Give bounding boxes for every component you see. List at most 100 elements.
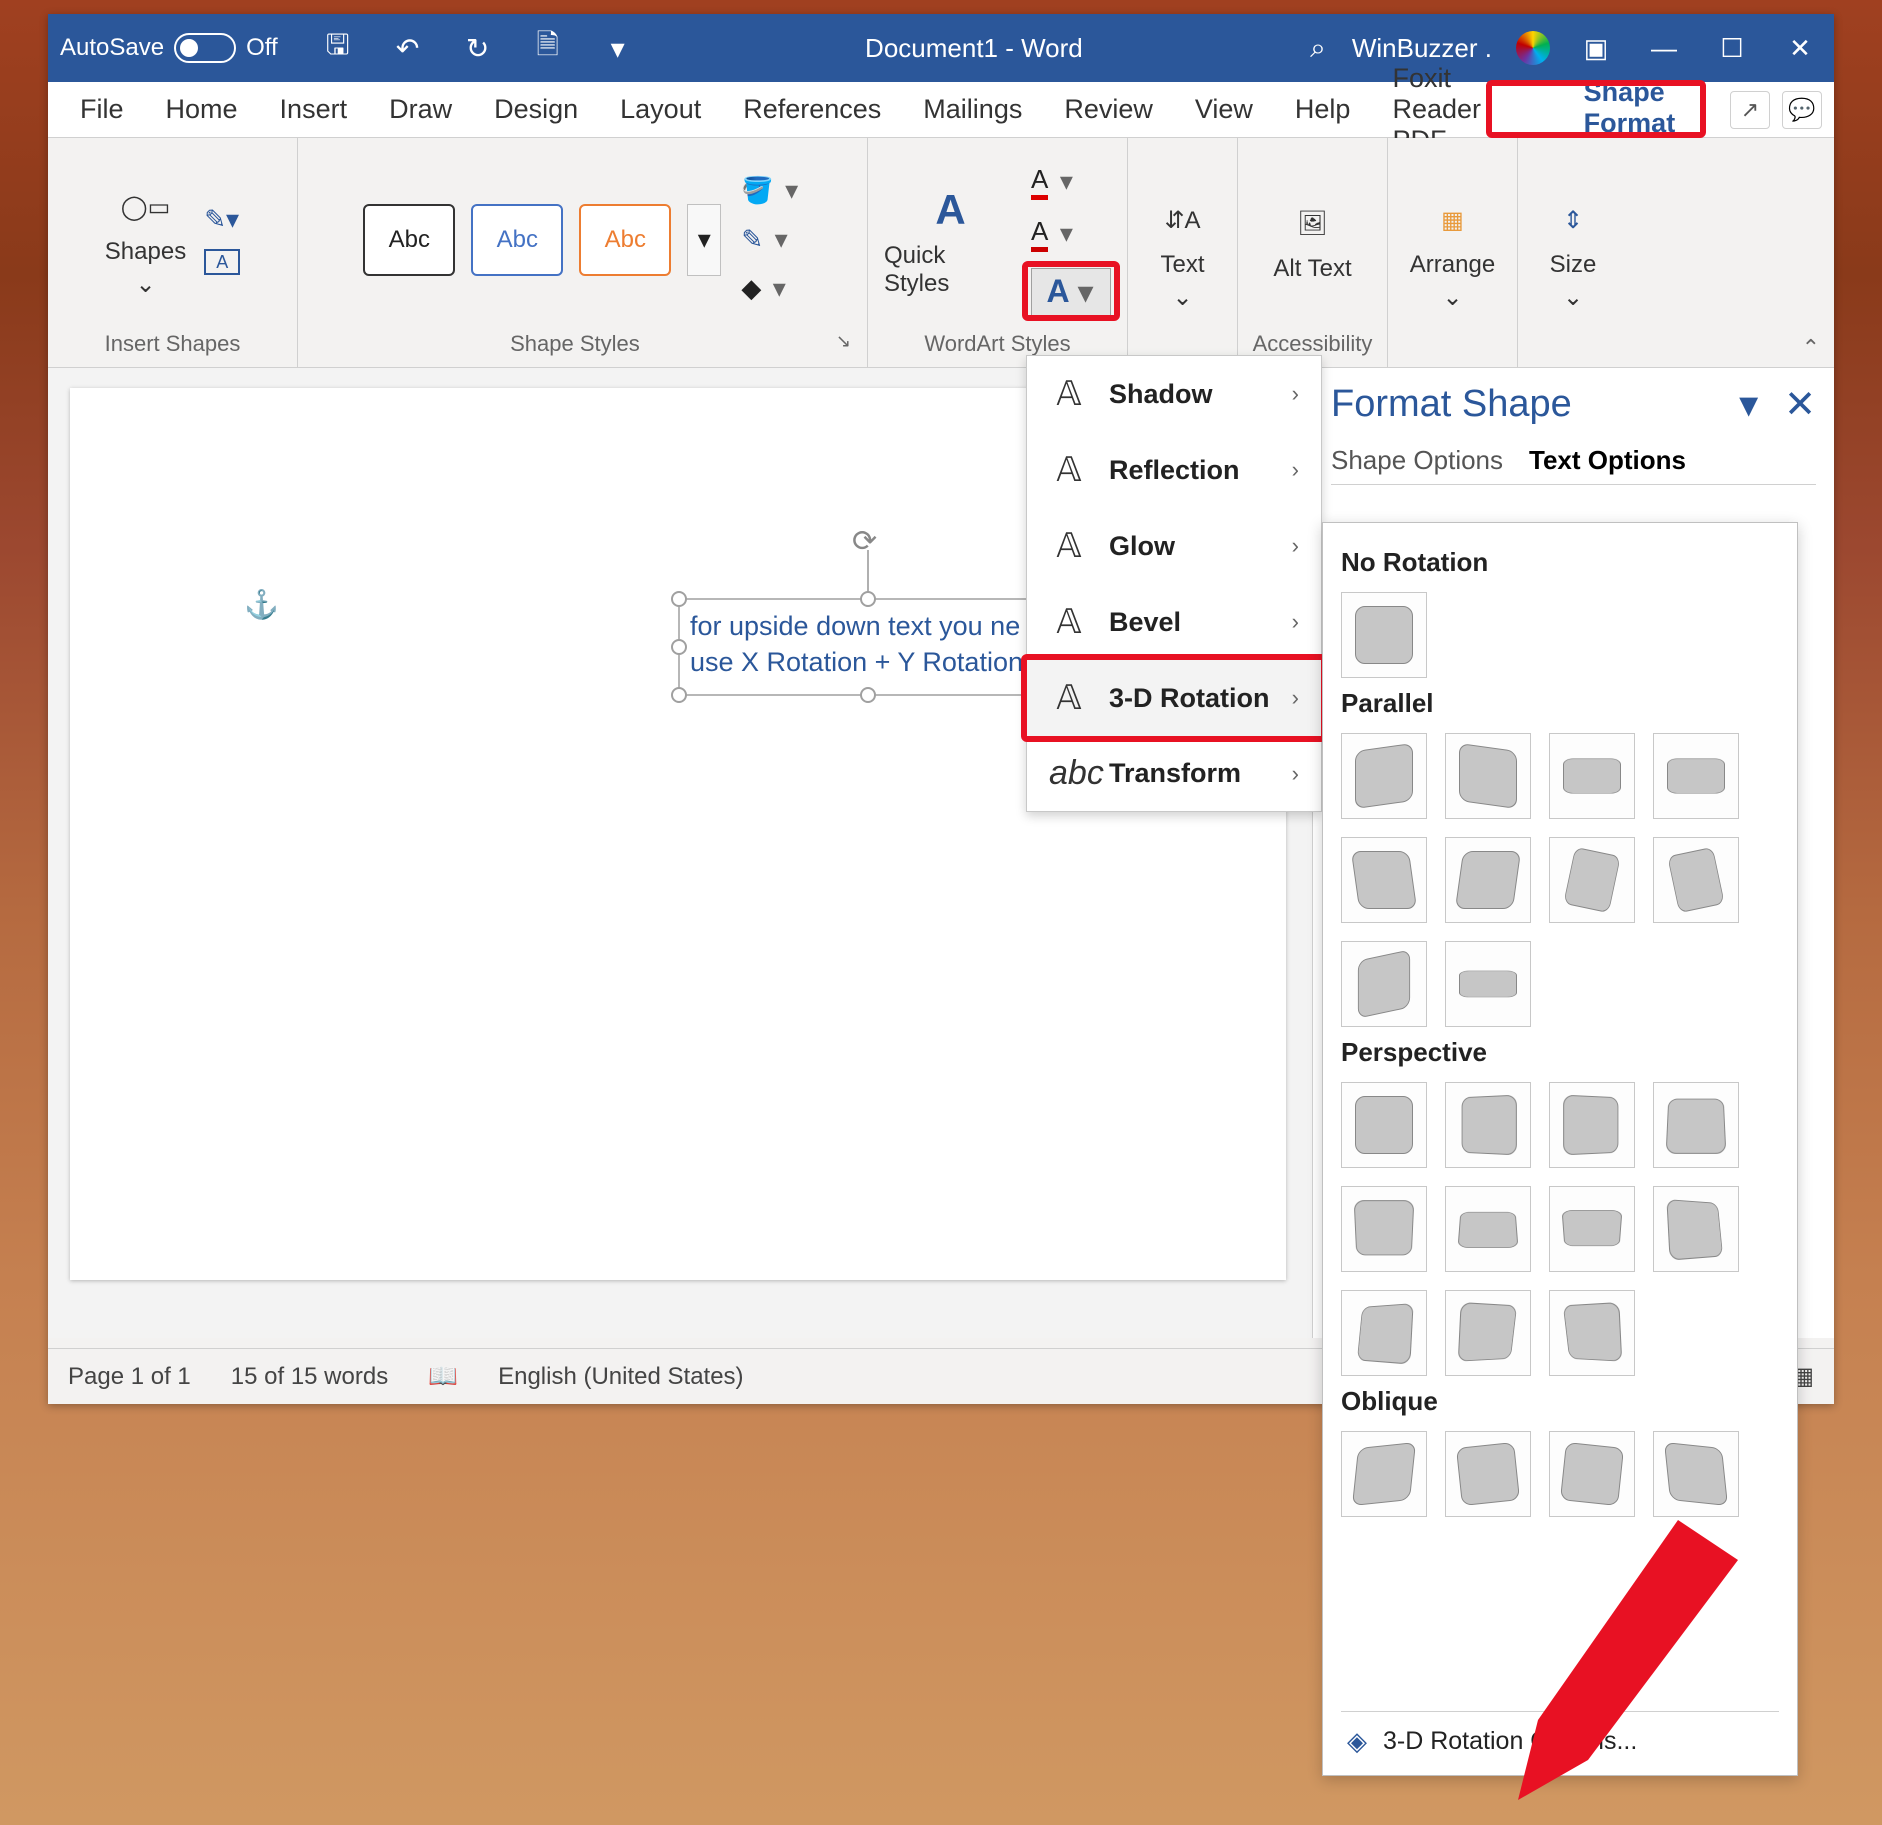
shape-effects-button[interactable]: ◆▾ xyxy=(741,273,801,304)
pane-tab-text-options[interactable]: Text Options xyxy=(1529,445,1686,476)
rotation-preset-oblique[interactable] xyxy=(1653,1431,1739,1517)
resize-handle[interactable] xyxy=(671,687,687,703)
selected-text-box[interactable]: for upside down text you ne use X Rotati… xyxy=(678,598,1058,696)
rotation-preset-parallel[interactable] xyxy=(1445,837,1531,923)
rotation-preset-perspective[interactable] xyxy=(1445,1082,1531,1168)
shape-style-sample-1[interactable]: Abc xyxy=(363,204,455,276)
quick-styles-button[interactable]: A Quick Styles xyxy=(884,182,1017,298)
rotation-preset-perspective[interactable] xyxy=(1445,1290,1531,1376)
collapse-ribbon-icon[interactable]: ⌃ xyxy=(1802,335,1820,361)
text-box-icon[interactable]: A xyxy=(204,249,240,275)
menu-3d-rotation[interactable]: 𝔸 3-D Rotation › xyxy=(1027,660,1321,736)
tab-view[interactable]: View xyxy=(1175,84,1273,135)
shape-styles-group-label: Shape Styles xyxy=(314,331,836,357)
autosave-switch-off-icon[interactable] xyxy=(174,33,236,63)
rotation-preset-oblique[interactable] xyxy=(1445,1431,1531,1517)
rotation-preset-perspective[interactable] xyxy=(1341,1082,1427,1168)
rotation-preset-parallel[interactable] xyxy=(1549,733,1635,819)
rotation-preset-parallel[interactable] xyxy=(1445,941,1531,1027)
resize-handle[interactable] xyxy=(860,591,876,607)
tab-layout[interactable]: Layout xyxy=(600,84,721,135)
resize-handle[interactable] xyxy=(671,639,687,655)
pane-tab-shape-options[interactable]: Shape Options xyxy=(1331,445,1503,476)
shape-style-gallery-more-icon[interactable]: ▾ xyxy=(687,204,721,276)
tab-design[interactable]: Design xyxy=(474,84,598,135)
resize-handle[interactable] xyxy=(671,591,687,607)
menu-glow[interactable]: 𝔸 Glow › xyxy=(1027,508,1321,584)
rotation-preset-parallel[interactable] xyxy=(1549,837,1635,923)
resize-handle[interactable] xyxy=(860,687,876,703)
shape-outline-button[interactable]: ✎▾ xyxy=(741,224,801,255)
status-word-count[interactable]: 15 of 15 words xyxy=(231,1363,388,1391)
text-effects-button[interactable]: A▾ xyxy=(1031,268,1111,316)
tab-home[interactable]: Home xyxy=(146,84,258,135)
tab-insert[interactable]: Insert xyxy=(260,84,368,135)
shape-styles-dialog-launcher-icon[interactable]: ↘ xyxy=(836,331,851,357)
undo-icon[interactable]: ↶ xyxy=(388,28,428,68)
rotation-preset-none[interactable] xyxy=(1341,592,1427,678)
shapes-gallery-button[interactable]: ◯▭ Shapes ⌄ xyxy=(105,180,186,299)
rotation-preset-parallel[interactable] xyxy=(1445,733,1531,819)
pane-close-icon[interactable]: ✕ xyxy=(1784,382,1816,427)
menu-bevel[interactable]: 𝔸 Bevel › xyxy=(1027,584,1321,660)
rotation-preset-perspective[interactable] xyxy=(1549,1290,1635,1376)
minimize-icon[interactable]: — xyxy=(1642,26,1686,70)
edit-shape-icon[interactable]: ✎▾ xyxy=(204,204,240,235)
rotation-preset-perspective[interactable] xyxy=(1445,1186,1531,1272)
menu-shadow[interactable]: 𝔸 Shadow › xyxy=(1027,356,1321,432)
tab-help[interactable]: Help xyxy=(1275,84,1371,135)
rotation-preset-perspective[interactable] xyxy=(1653,1186,1739,1272)
maximize-icon[interactable]: ☐ xyxy=(1710,26,1754,70)
menu-bevel-label: Bevel xyxy=(1109,607,1181,638)
spellcheck-icon[interactable]: 📖 xyxy=(428,1362,458,1391)
shape-style-sample-3[interactable]: Abc xyxy=(579,204,671,276)
redo-icon[interactable]: ↻ xyxy=(458,28,498,68)
rotation-preset-perspective[interactable] xyxy=(1549,1186,1635,1272)
rotation-preset-perspective[interactable] xyxy=(1549,1082,1635,1168)
rotation-preset-perspective[interactable] xyxy=(1653,1082,1739,1168)
rotation-preset-oblique[interactable] xyxy=(1549,1431,1635,1517)
rotation-preset-parallel[interactable] xyxy=(1341,837,1427,923)
text-outline-button[interactable]: A▾ xyxy=(1031,216,1111,252)
tab-draw[interactable]: Draw xyxy=(369,84,472,135)
rotation-preset-parallel[interactable] xyxy=(1341,941,1427,1027)
rotate-handle-icon[interactable]: ⟳ xyxy=(852,522,877,563)
ribbon-display-options-icon[interactable]: ▣ xyxy=(1574,26,1618,70)
tab-review[interactable]: Review xyxy=(1044,84,1173,135)
chevron-down-icon: ⌄ xyxy=(135,270,155,299)
alt-text-button[interactable]: 🖼Alt Text xyxy=(1273,197,1351,283)
rotation-preset-perspective[interactable] xyxy=(1341,1186,1427,1272)
pane-dropdown-icon[interactable]: ▾ xyxy=(1739,382,1758,427)
shape-fill-button[interactable]: 🪣▾ xyxy=(741,175,801,206)
text-direction-button[interactable]: ⇵AText⌄ xyxy=(1156,193,1210,312)
qat-more-icon[interactable]: ▾ xyxy=(598,28,638,68)
text-fill-button[interactable]: A▾ xyxy=(1031,164,1111,200)
shape-style-gallery[interactable]: Abc Abc Abc ▾ xyxy=(363,204,721,276)
save-icon[interactable]: 🖫 xyxy=(318,28,358,68)
rotation-preset-oblique[interactable] xyxy=(1341,1431,1427,1517)
section-oblique: Oblique xyxy=(1341,1386,1779,1417)
rotation-options-link[interactable]: ◈ 3-D Rotation Options... xyxy=(1341,1711,1779,1775)
autosave-toggle[interactable]: AutoSave Off xyxy=(60,33,278,63)
menu-reflection[interactable]: 𝔸 Reflection › xyxy=(1027,432,1321,508)
shape-style-sample-2[interactable]: Abc xyxy=(471,204,563,276)
status-language[interactable]: English (United States) xyxy=(498,1363,743,1391)
rotation-preset-parallel[interactable] xyxy=(1653,733,1739,819)
search-icon[interactable]: ⌕ xyxy=(1310,32,1326,65)
submenu-arrow-icon: › xyxy=(1292,761,1299,787)
text-effects-menu: 𝔸 Shadow › 𝔸 Reflection › 𝔸 Glow › 𝔸 Bev… xyxy=(1026,355,1322,812)
rotation-preset-parallel[interactable] xyxy=(1341,733,1427,819)
comments-icon[interactable]: 💬 xyxy=(1782,91,1822,129)
share-icon[interactable]: ↗ xyxy=(1730,91,1770,129)
ribbon-body: ◯▭ Shapes ⌄ ✎▾ A Insert Shapes Abc Abc A… xyxy=(48,138,1834,368)
close-icon[interactable]: ✕ xyxy=(1778,26,1822,70)
status-page[interactable]: Page 1 of 1 xyxy=(68,1363,191,1391)
tab-mailings[interactable]: Mailings xyxy=(903,84,1042,135)
tab-file[interactable]: File xyxy=(60,84,144,135)
new-doc-icon[interactable]: 🗎 xyxy=(528,28,568,68)
rotation-preset-perspective[interactable] xyxy=(1341,1290,1427,1376)
size-button[interactable]: ⇕Size⌄ xyxy=(1546,193,1600,312)
menu-transform[interactable]: abc Transform › xyxy=(1027,736,1321,811)
tab-references[interactable]: References xyxy=(723,84,901,135)
arrange-button[interactable]: ▦Arrange⌄ xyxy=(1410,193,1495,312)
